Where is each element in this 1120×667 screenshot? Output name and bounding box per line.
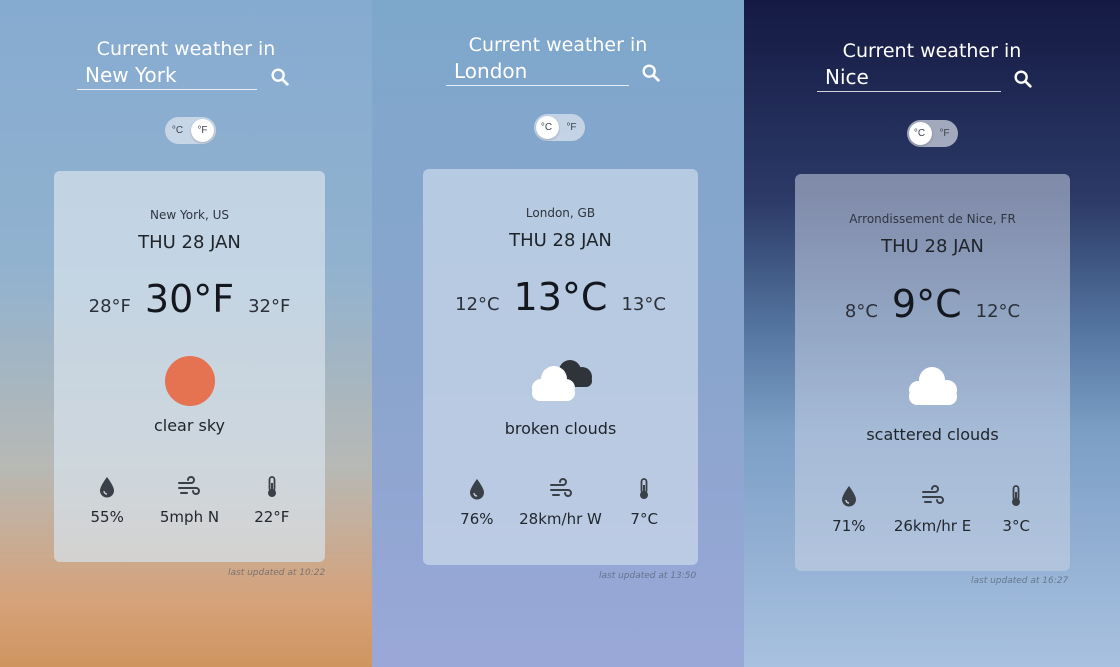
condition-icon-wrap: [795, 364, 1070, 408]
location-label: New York, US: [150, 208, 229, 222]
date-label: THU 28 JAN: [138, 232, 241, 253]
feels-like-stat: 3°C: [974, 484, 1058, 535]
search-button[interactable]: [269, 66, 291, 88]
search-icon: [271, 68, 289, 86]
humidity-drop-icon: [841, 486, 856, 507]
panel-heading: Current weather in: [96, 38, 276, 60]
condition-description: clear sky: [153, 416, 226, 435]
feels-like-value: 7°C: [630, 510, 658, 528]
current-temperature: 30°F: [144, 277, 235, 321]
search-icon: [1014, 70, 1032, 88]
thermometer-icon: [267, 476, 276, 497]
unit-toggle[interactable]: °C °F: [165, 117, 216, 144]
current-temperature: 9°C: [891, 282, 962, 326]
city-search-input[interactable]: [817, 64, 1001, 92]
wind-icon: [549, 478, 572, 497]
humidity-stat: 55%: [66, 475, 148, 526]
fahrenheit-label: °F: [197, 125, 208, 136]
broken-clouds-icon: [531, 360, 592, 401]
temperature-row: 28°F 30°F 32°F: [54, 277, 325, 321]
panel-heading: Current weather in: [842, 40, 1022, 62]
current-temperature: 13°C: [513, 275, 608, 319]
temperature-row: 12°C 13°C 13°C: [423, 275, 698, 319]
weather-panel-nice: Current weather in °C °F Arrondissement …: [744, 0, 1120, 667]
weather-card: Arrondissement de Nice, FR THU 28 JAN 8°…: [795, 174, 1070, 571]
min-temperature: 12°C: [455, 294, 500, 315]
weather-card: New York, US THU 28 JAN 28°F 30°F 32°F c…: [54, 171, 325, 562]
humidity-value: 71%: [832, 517, 866, 535]
wind-value: 28km/hr W: [519, 510, 602, 528]
weather-panel-london: Current weather in °C °F London, GB THU …: [372, 0, 744, 667]
temperature-row: 8°C 9°C 12°C: [795, 282, 1070, 326]
celsius-label: °C: [171, 125, 184, 136]
humidity-stat: 71%: [807, 484, 891, 535]
condition-icon-wrap: [54, 355, 325, 407]
thermometer-icon: [640, 478, 649, 499]
unit-toggle[interactable]: °C °F: [534, 114, 585, 141]
sun-icon: [164, 356, 215, 406]
humidity-value: 76%: [460, 510, 494, 528]
feels-like-value: 22°F: [254, 508, 290, 526]
date-label: THU 28 JAN: [509, 230, 612, 251]
scattered-clouds-icon: [908, 367, 957, 405]
celsius-label: °C: [913, 128, 926, 139]
stats-row: 71% 26km/hr E 3°C: [795, 484, 1070, 535]
city-search-input[interactable]: [77, 62, 257, 90]
last-updated-label: last updated at 13:50: [599, 571, 697, 581]
stats-row: 76% 28km/hr W 7°C: [423, 477, 698, 528]
max-temperature: 32°F: [248, 296, 291, 317]
condition-description: broken clouds: [504, 419, 617, 438]
celsius-label: °C: [540, 122, 553, 133]
max-temperature: 13°C: [621, 294, 666, 315]
thermometer-icon: [1012, 485, 1021, 506]
min-temperature: 8°C: [844, 301, 878, 322]
wind-stat: 26km/hr E: [891, 484, 975, 535]
humidity-drop-icon: [100, 477, 115, 498]
min-temperature: 28°F: [88, 296, 131, 317]
wind-value: 26km/hr E: [893, 517, 972, 535]
feels-like-stat: 22°F: [231, 475, 313, 526]
wind-value: 5mph N: [159, 508, 220, 526]
feels-like-stat: 7°C: [602, 477, 686, 528]
search-button[interactable]: [640, 62, 662, 84]
fahrenheit-label: °F: [566, 122, 577, 133]
wind-icon: [921, 485, 944, 504]
humidity-drop-icon: [469, 479, 484, 500]
wind-icon: [178, 476, 201, 495]
location-label: Arrondissement de Nice, FR: [849, 212, 1016, 226]
max-temperature: 12°C: [975, 301, 1021, 322]
weather-panel-new-york: Current weather in °C °F New York, US TH…: [0, 0, 372, 667]
fahrenheit-label: °F: [939, 128, 950, 139]
last-updated-label: last updated at 16:27: [971, 576, 1069, 586]
panel-heading: Current weather in: [468, 34, 648, 56]
search-button[interactable]: [1012, 68, 1034, 90]
weather-card: London, GB THU 28 JAN 12°C 13°C 13°C bro…: [423, 169, 698, 565]
date-label: THU 28 JAN: [881, 236, 984, 257]
humidity-value: 55%: [90, 508, 124, 526]
unit-toggle[interactable]: °C °F: [907, 120, 958, 147]
stats-row: 55% 5mph N 22°F: [54, 475, 325, 526]
humidity-stat: 76%: [435, 477, 519, 528]
last-updated-label: last updated at 10:22: [228, 568, 326, 578]
wind-stat: 28km/hr W: [519, 477, 603, 528]
search-icon: [642, 64, 660, 82]
condition-description: scattered clouds: [866, 425, 999, 444]
condition-icon-wrap: [423, 355, 698, 405]
location-label: London, GB: [525, 206, 596, 220]
city-search-input[interactable]: [446, 58, 629, 86]
wind-stat: 5mph N: [148, 475, 230, 526]
feels-like-value: 3°C: [1002, 517, 1030, 535]
